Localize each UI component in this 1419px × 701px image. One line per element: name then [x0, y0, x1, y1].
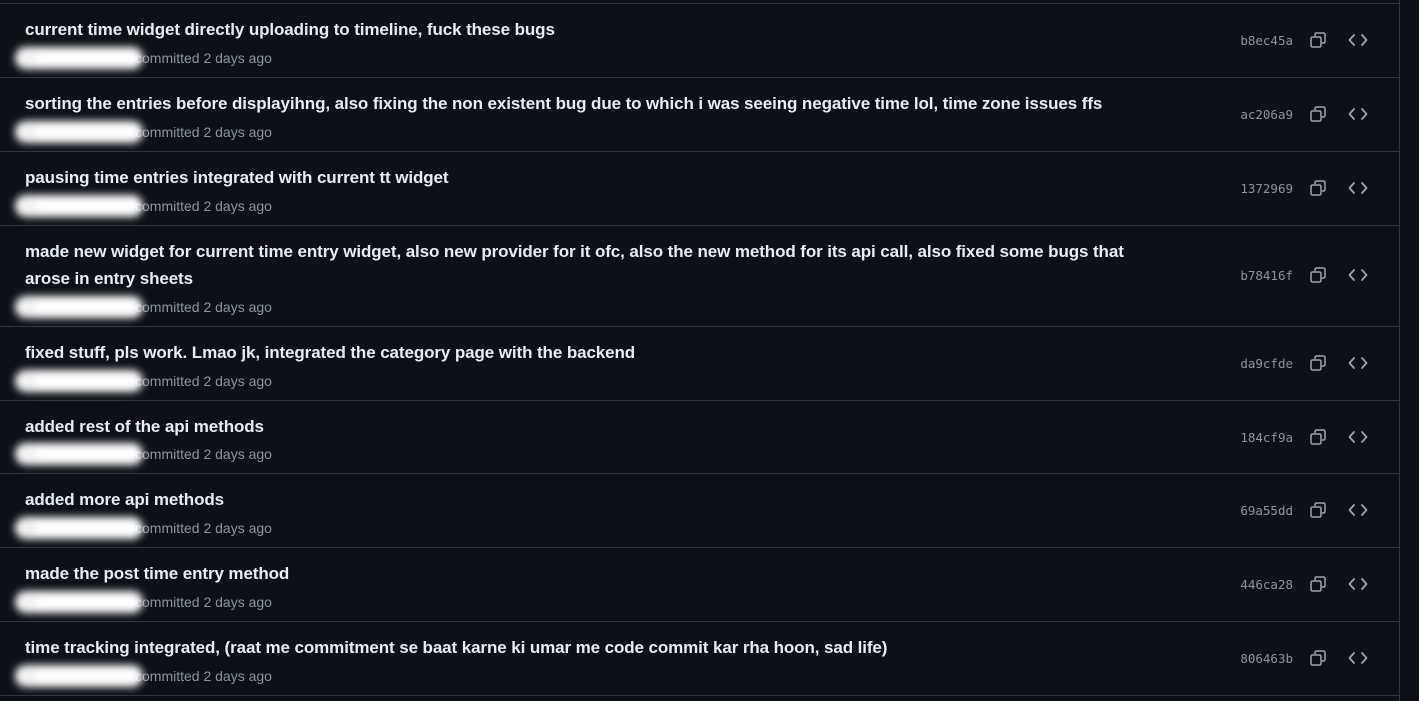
commit-meta: committed 2 days ago: [15, 121, 272, 143]
commit-meta: committed 2 days ago: [15, 296, 272, 318]
avatar: [21, 373, 37, 389]
commit-meta: committed 2 days ago: [15, 47, 272, 69]
commit-time: committed 2 days ago: [135, 373, 272, 389]
commit-row: sorting the entries before displayihng, …: [0, 78, 1399, 152]
commit-actions: da9cfde: [1239, 350, 1399, 376]
code-icon[interactable]: [1347, 177, 1369, 199]
commit-time: committed 2 days ago: [135, 198, 272, 214]
commit-sha-link[interactable]: da9cfde: [1240, 356, 1293, 371]
commit-row: added rest of the api methods committed …: [0, 401, 1399, 474]
copy-icon[interactable]: [1307, 499, 1329, 521]
author-blurred[interactable]: [15, 591, 143, 613]
avatar: [21, 50, 37, 66]
copy-icon[interactable]: [1307, 426, 1329, 448]
commit-title[interactable]: current time widget directly uploading t…: [25, 16, 1135, 43]
avatar: [21, 124, 37, 140]
code-icon[interactable]: [1347, 264, 1369, 286]
commit-time: committed 2 days ago: [135, 668, 272, 684]
author-blurred[interactable]: [15, 195, 143, 217]
commit-meta: committed 2 days ago: [15, 370, 272, 392]
code-icon[interactable]: [1347, 103, 1369, 125]
commit-time: committed 2 days ago: [135, 520, 272, 536]
commit-row: fixed stuff, pls work. Lmao jk, integrat…: [0, 327, 1399, 401]
commit-title[interactable]: sorting the entries before displayihng, …: [25, 90, 1135, 117]
code-icon[interactable]: [1347, 352, 1369, 374]
copy-icon[interactable]: [1307, 29, 1329, 51]
copy-icon[interactable]: [1307, 264, 1329, 286]
copy-icon[interactable]: [1307, 177, 1329, 199]
commit-sha-link[interactable]: 69a55dd: [1240, 503, 1293, 518]
commit-row: made new widget for current time entry w…: [0, 226, 1399, 327]
avatar: [21, 299, 37, 315]
commit-actions: 806463b: [1239, 645, 1399, 671]
copy-icon[interactable]: [1307, 103, 1329, 125]
author-blurred[interactable]: [15, 296, 143, 318]
commit-time: committed 2 days ago: [135, 299, 272, 315]
code-icon[interactable]: [1347, 573, 1369, 595]
code-icon[interactable]: [1347, 499, 1369, 521]
avatar: [21, 594, 37, 610]
commit-time: committed 2 days ago: [135, 594, 272, 610]
author-blurred[interactable]: [15, 47, 143, 69]
commit-sha-link[interactable]: b8ec45a: [1240, 33, 1293, 48]
avatar: [21, 668, 37, 684]
author-blurred[interactable]: [15, 370, 143, 392]
commit-meta: committed 2 days ago: [15, 517, 272, 539]
commit-title[interactable]: pausing time entries integrated with cur…: [25, 164, 1135, 191]
commit-title[interactable]: made new widget for current time entry w…: [25, 238, 1135, 292]
author-blurred[interactable]: [15, 517, 143, 539]
avatar: [21, 520, 37, 536]
commit-sha-link[interactable]: 184cf9a: [1240, 430, 1293, 445]
commit-sha-link[interactable]: 806463b: [1240, 651, 1293, 666]
commit-title[interactable]: added rest of the api methods: [25, 413, 1135, 440]
commit-actions: b78416f: [1239, 262, 1399, 288]
commit-actions: 184cf9a: [1239, 424, 1399, 450]
commit-actions: 1372969: [1239, 175, 1399, 201]
commit-row: made the post time entry method committe…: [0, 548, 1399, 622]
copy-icon[interactable]: [1307, 573, 1329, 595]
code-icon[interactable]: [1347, 29, 1369, 51]
commit-title[interactable]: time tracking integrated, (raat me commi…: [25, 634, 1135, 661]
avatar: [21, 198, 37, 214]
commit-title[interactable]: added more api methods: [25, 486, 1135, 513]
commit-meta: committed 2 days ago: [15, 591, 272, 613]
commit-meta: committed 2 days ago: [15, 665, 272, 687]
author-blurred[interactable]: [15, 121, 143, 143]
copy-icon[interactable]: [1307, 352, 1329, 374]
commit-title[interactable]: fixed stuff, pls work. Lmao jk, integrat…: [25, 339, 1135, 366]
code-icon[interactable]: [1347, 426, 1369, 448]
commit-time: committed 2 days ago: [135, 124, 272, 140]
commit-title[interactable]: made the post time entry method: [25, 560, 1135, 587]
author-blurred[interactable]: [15, 665, 143, 687]
commit-row: pausing time entries integrated with cur…: [0, 152, 1399, 226]
author-blurred[interactable]: [15, 443, 143, 465]
commit-actions: 69a55dd: [1239, 497, 1399, 523]
commit-sha-link[interactable]: 1372969: [1240, 181, 1293, 196]
commit-meta: committed 2 days ago: [15, 443, 272, 465]
commit-actions: ac206a9: [1239, 101, 1399, 127]
avatar: [21, 446, 37, 462]
commit-row: current time widget directly uploading t…: [0, 4, 1399, 78]
commit-sha-link[interactable]: ac206a9: [1240, 107, 1293, 122]
commit-row: added more api methods committed 2 days …: [0, 474, 1399, 548]
commit-row: time tracking integrated, (raat me commi…: [0, 622, 1399, 696]
commit-sha-link[interactable]: b78416f: [1240, 268, 1293, 283]
commit-actions: 446ca28: [1239, 571, 1399, 597]
commit-list: current time widget directly uploading t…: [0, 0, 1400, 701]
code-icon[interactable]: [1347, 647, 1369, 669]
commit-sha-link[interactable]: 446ca28: [1240, 577, 1293, 592]
commit-actions: b8ec45a: [1239, 27, 1399, 53]
commit-time: committed 2 days ago: [135, 446, 272, 462]
commit-time: committed 2 days ago: [135, 50, 272, 66]
copy-icon[interactable]: [1307, 647, 1329, 669]
commit-meta: committed 2 days ago: [15, 195, 272, 217]
